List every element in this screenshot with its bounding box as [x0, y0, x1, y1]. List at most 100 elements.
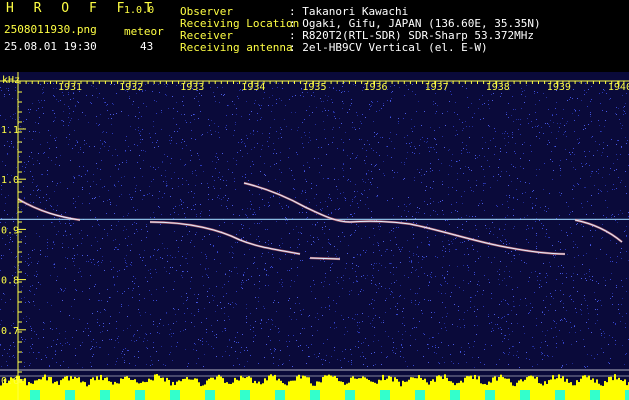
- band-bar: [258, 381, 260, 400]
- band-bar: [110, 381, 112, 400]
- band-bar: [548, 380, 550, 400]
- band-bar: [328, 374, 330, 400]
- band-bar: [296, 376, 298, 400]
- band-bar: [262, 383, 264, 400]
- band-bar: [378, 379, 380, 400]
- band-bar: [114, 381, 116, 400]
- band-bar: [398, 381, 400, 400]
- band-bar: [410, 377, 412, 400]
- band-bar: [366, 378, 368, 400]
- date-time: 25.08.01 19:30: [4, 40, 97, 53]
- band-bar: [620, 380, 622, 400]
- band-bar: [52, 383, 54, 400]
- band-bar: [116, 383, 118, 400]
- band-bar: [260, 384, 262, 400]
- spectrogram-background: [0, 72, 629, 400]
- band-bar: [566, 378, 568, 400]
- band-bar: [476, 379, 478, 400]
- band-bar: [426, 382, 428, 400]
- band-bar: [532, 376, 534, 400]
- band-bar: [304, 376, 306, 400]
- band-bar: [40, 379, 42, 400]
- band-bar: [194, 378, 196, 400]
- band-bar: [222, 378, 224, 400]
- band-bar: [224, 382, 226, 400]
- band-bar: [588, 375, 590, 400]
- y-tick-label: 1.0: [1, 175, 19, 186]
- band-bar: [160, 377, 162, 400]
- band-bar: [622, 381, 624, 400]
- band-bar: [376, 383, 378, 400]
- band-bar: [292, 380, 294, 400]
- band-bar: [62, 378, 64, 400]
- band-low-segment: [275, 390, 285, 400]
- band-bar: [0, 385, 2, 400]
- band-bar: [438, 375, 440, 400]
- band-bar: [502, 377, 504, 400]
- band-bar: [192, 379, 194, 400]
- band-bar: [202, 385, 204, 400]
- band-bar: [466, 376, 468, 400]
- band-bar: [324, 375, 326, 400]
- band-bar: [190, 379, 192, 400]
- band-bar: [506, 378, 508, 400]
- band-bar: [146, 381, 148, 400]
- y-tick-label: 0.8: [1, 276, 19, 287]
- band-bar: [574, 385, 576, 400]
- band-bar: [536, 376, 538, 400]
- band-bar: [88, 384, 90, 400]
- info-value-antenna: : 2el-HB9CV Vertical (el. E-W): [289, 41, 488, 54]
- band-bar: [42, 377, 44, 400]
- band-bar: [300, 378, 302, 400]
- x-tick-label: 1931: [58, 82, 82, 93]
- band-bar: [500, 374, 502, 400]
- band-bar: [510, 382, 512, 400]
- band-bar: [326, 375, 328, 400]
- y-tick-label: 0.6: [1, 376, 19, 387]
- band-low-segment: [520, 390, 530, 400]
- band-bar: [546, 383, 548, 400]
- band-bar: [470, 375, 472, 400]
- band-bar: [48, 376, 50, 400]
- file-name: 2508011930.png: [4, 23, 97, 36]
- band-bar: [96, 376, 98, 400]
- band-bar: [162, 377, 164, 400]
- band-bar: [444, 374, 446, 400]
- band-bar: [430, 380, 432, 400]
- band-bar: [356, 378, 358, 400]
- x-tick-label: 1934: [241, 82, 265, 93]
- band-bar: [268, 375, 270, 400]
- band-low-segment: [625, 390, 629, 400]
- band-bar: [252, 382, 254, 400]
- band-bar: [472, 378, 474, 400]
- band-bar: [306, 377, 308, 400]
- band-bar: [220, 376, 222, 400]
- band-bar: [432, 379, 434, 400]
- spectrogram-plot: 1.1 1.0 0.9 0.8 0.7 0.6 1931 1932 1933 1934 1935 19…: [0, 72, 629, 400]
- band-bar: [28, 381, 30, 400]
- band-bar: [464, 377, 466, 400]
- band-bar: [530, 375, 532, 400]
- band-bar: [374, 382, 376, 400]
- band-bar: [586, 377, 588, 400]
- band-bar: [256, 383, 258, 400]
- band-bar: [94, 380, 96, 400]
- band-bar: [188, 379, 190, 400]
- band-bar: [298, 374, 300, 400]
- band-bar: [448, 381, 450, 400]
- band-bar: [184, 378, 186, 400]
- band-bar: [200, 386, 202, 400]
- band-bar: [56, 381, 58, 400]
- band-bar: [92, 377, 94, 400]
- band-bar: [370, 381, 372, 400]
- band-bar: [78, 377, 80, 400]
- band-bar: [24, 378, 26, 400]
- band-bar: [158, 375, 160, 400]
- band-bar: [442, 378, 444, 400]
- band-bar: [156, 374, 158, 400]
- band-bar: [98, 379, 100, 400]
- band-bar: [290, 380, 292, 400]
- y-axis-unit: kHz: [2, 75, 20, 86]
- band-bar: [512, 385, 514, 400]
- band-bar: [462, 382, 464, 400]
